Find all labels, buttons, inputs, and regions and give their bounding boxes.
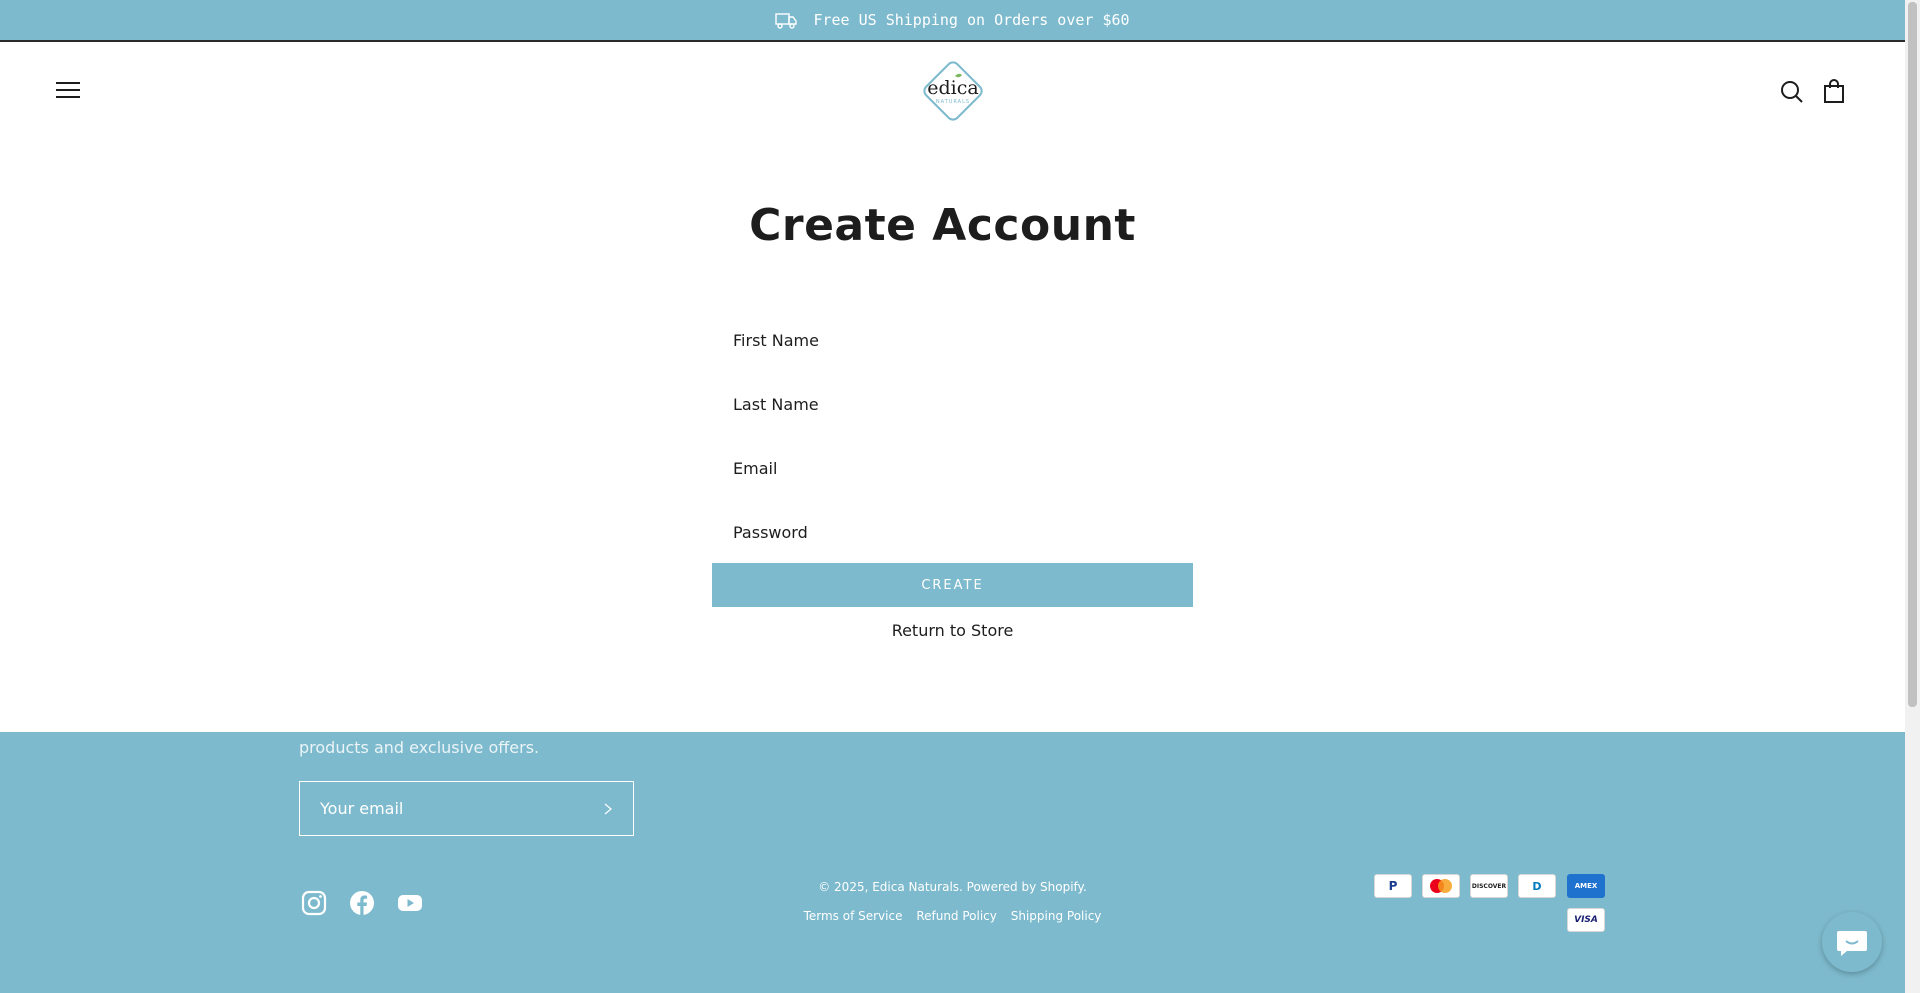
policy-links: Terms of Service Refund Policy Shipping … xyxy=(0,909,1905,923)
discover-icon: DISCOVER xyxy=(1470,874,1508,898)
newsletter-form xyxy=(299,781,634,836)
chevron-right-icon[interactable] xyxy=(603,802,613,816)
truck-icon xyxy=(775,13,798,29)
mastercard-icon xyxy=(1422,874,1460,898)
page-title: Create Account xyxy=(749,200,1136,251)
paypal-icon: P xyxy=(1374,874,1412,898)
page-scrollbar[interactable] xyxy=(1905,0,1920,993)
return-to-store-link[interactable]: Return to Store xyxy=(712,621,1193,640)
announcement-text: Free US Shipping on Orders over $60 xyxy=(813,11,1130,29)
chat-button[interactable] xyxy=(1822,912,1882,972)
diners-club-icon: D xyxy=(1518,874,1556,898)
scrollbar-thumb[interactable] xyxy=(1908,2,1917,707)
logo[interactable]: edica NATURALS xyxy=(916,54,990,128)
hamburger-menu-icon[interactable] xyxy=(56,80,82,100)
password-field[interactable] xyxy=(712,500,1193,564)
shipping-policy-link[interactable]: Shipping Policy xyxy=(1011,909,1102,923)
last-name-field[interactable] xyxy=(712,372,1193,436)
announcement-bar: Free US Shipping on Orders over $60 xyxy=(0,0,1905,40)
create-account-form: CREATE Return to Store xyxy=(712,308,1193,640)
search-icon[interactable] xyxy=(1780,80,1804,104)
visa-icon: VISA xyxy=(1567,908,1605,932)
newsletter-email-input[interactable] xyxy=(320,799,603,818)
email-field[interactable] xyxy=(712,436,1193,500)
copyright-text: © 2025, Edica Naturals. Powered by Shopi… xyxy=(818,880,1087,894)
logo-sub: NATURALS xyxy=(936,99,970,105)
logo-brand: edica xyxy=(927,77,978,99)
newsletter-text: products and exclusive offers. xyxy=(299,738,540,757)
shopping-bag-icon[interactable] xyxy=(1822,78,1846,104)
site-header: edica NATURALS xyxy=(0,42,1905,142)
site-footer: products and exclusive offers. © 2025, E… xyxy=(0,732,1905,993)
amex-icon: AMEX xyxy=(1567,874,1605,898)
create-button[interactable]: CREATE xyxy=(712,563,1193,607)
chat-bubble-icon xyxy=(1837,931,1867,956)
first-name-field[interactable] xyxy=(712,308,1193,372)
terms-of-service-link[interactable]: Terms of Service xyxy=(804,909,903,923)
refund-policy-link[interactable]: Refund Policy xyxy=(916,909,997,923)
